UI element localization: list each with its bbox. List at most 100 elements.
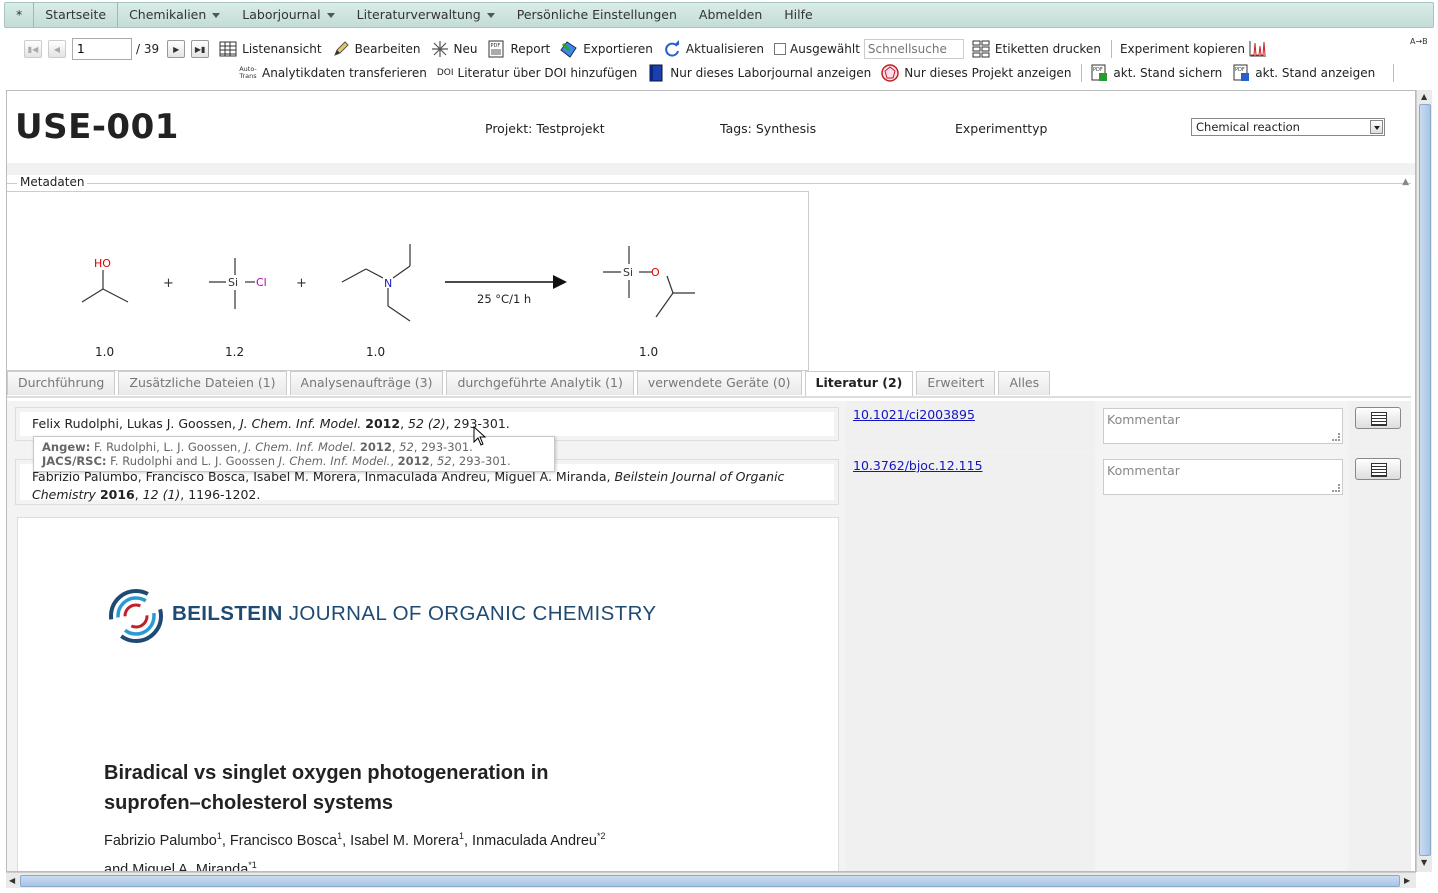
menu-chemikalien-label: Chemikalien xyxy=(129,7,207,22)
project-field: Projekt: Testprojekt xyxy=(485,121,605,136)
horizontal-scrollbar[interactable]: ◀ ▶ xyxy=(6,872,1416,888)
reaction-conditions: 25 °C/1 h xyxy=(477,292,531,306)
scrollbar-thumb[interactable] xyxy=(20,875,1400,887)
only-project-button[interactable]: Nur dieses Projekt anzeigen xyxy=(881,64,1071,82)
only-project-label: Nur dieses Projekt anzeigen xyxy=(904,66,1072,80)
tab-zusaetzliche-dateien[interactable]: Zusätzliche Dateien (1) xyxy=(118,371,287,395)
quick-search-input[interactable] xyxy=(863,39,964,59)
metadata-legend[interactable]: Metadaten xyxy=(17,175,88,189)
tab-verwendete-geraete[interactable]: verwendete Geräte (0) xyxy=(636,371,802,395)
author: Fabrizio Palumbo1 xyxy=(104,831,222,849)
vertical-scrollbar[interactable]: ▲ ▼ xyxy=(1416,90,1432,872)
menu-chemikalien[interactable]: Chemikalien xyxy=(118,2,231,28)
comment-input[interactable]: Kommentar xyxy=(1103,408,1343,444)
scroll-down-icon[interactable]: ▼ xyxy=(1421,858,1427,867)
tooltip-angew: Angew: F. Rudolphi, L. J. Goossen, J. Ch… xyxy=(42,440,473,454)
atom-si: Si xyxy=(228,276,238,289)
atom-n: N xyxy=(384,277,392,290)
citation-year: 2012 xyxy=(365,416,401,431)
doi-link[interactable]: 10.1021/ci2003895 xyxy=(853,407,975,422)
tooltip-jacs-journal: J. Chem. Inf. Model. xyxy=(278,454,391,468)
show-state-button[interactable]: PDF akt. Stand anzeigen xyxy=(1232,64,1375,82)
first-page-button[interactable]: ▮◀ xyxy=(24,40,42,58)
copy-experiment-label: Experiment kopieren xyxy=(1119,42,1245,56)
menu-home-star[interactable]: * xyxy=(5,2,35,28)
list-view-label: Listenansicht xyxy=(242,42,322,56)
author-separator: , xyxy=(342,832,351,849)
menu-abmelden[interactable]: Abmelden xyxy=(688,2,773,28)
list-view-button[interactable]: Listenansicht xyxy=(219,40,322,58)
tooltip-angew-volume: 52 xyxy=(399,440,414,454)
author-affiliation: *2 xyxy=(597,831,606,841)
tab-durchfuehrung[interactable]: Durchführung xyxy=(7,371,116,395)
tooltip-angew-pages: , 293-301. xyxy=(413,440,473,454)
menu-einstellungen[interactable]: Persönliche Einstellungen xyxy=(506,2,688,28)
beilstein-logo xyxy=(109,589,163,643)
transfer-analytics-button[interactable]: Analytikdaten transferieren xyxy=(262,66,427,80)
next-page-button[interactable]: ▶ xyxy=(167,40,186,58)
citation-authors: Felix Rudolphi, Lukas J. Goossen, xyxy=(32,416,240,431)
new-button[interactable]: Neu xyxy=(431,40,477,58)
scroll-up-icon[interactable]: ▲ xyxy=(1421,92,1427,101)
copy-experiment-button[interactable]: Experiment kopieren xyxy=(1120,42,1245,56)
scroll-right-icon[interactable]: ▶ xyxy=(1404,876,1410,885)
tab-durchgefuehrte-analytik[interactable]: durchgeführte Analytik (1) xyxy=(446,371,634,395)
scroll-left-icon[interactable]: ◀ xyxy=(9,876,15,885)
reference-details-button[interactable] xyxy=(1355,407,1401,429)
experiment-type-value: Chemical reaction xyxy=(1196,120,1300,134)
doi-link[interactable]: 10.3762/bjoc.12.115 xyxy=(853,458,983,473)
add-doi-button[interactable]: DOI Literatur über DOI hinzufügen xyxy=(437,66,637,80)
author-name: Francisco Bosca xyxy=(229,832,338,849)
tab-erweitert[interactable]: Erweitert xyxy=(916,371,996,395)
refresh-button[interactable]: Aktualisieren xyxy=(663,40,764,58)
equiv-triethylamine: 1.0 xyxy=(366,345,385,359)
comment-input[interactable]: Kommentar xyxy=(1103,459,1343,495)
tab-analysenauftraege[interactable]: Analysenaufträge (3) xyxy=(289,371,444,395)
menu-literaturverwaltung[interactable]: Literaturverwaltung xyxy=(346,2,506,28)
pdf-report-icon: PDF xyxy=(488,40,504,58)
experiment-code: USE-001 xyxy=(15,107,179,147)
experiment-type-select[interactable]: Chemical reaction xyxy=(1191,118,1385,136)
chevron-down-icon xyxy=(1370,120,1383,134)
tooltip-jacs: JACS/RSC: F. Rudolphi and L. J. Goossen … xyxy=(42,454,511,468)
toolbar-divider xyxy=(1110,40,1112,58)
page-number-input[interactable] xyxy=(72,38,132,60)
reaction-drawing: HO + Si Cl + N 25 °C/1 h Si O 1.0 1.2 1.… xyxy=(81,244,695,359)
tab-literatur[interactable]: Literatur (2) xyxy=(804,371,914,397)
save-state-button[interactable]: PDF akt. Stand sichern xyxy=(1090,64,1222,82)
save-state-label: akt. Stand sichern xyxy=(1113,66,1223,80)
autotrans-icon[interactable]: Auto-Trans xyxy=(238,66,258,80)
table-grid-icon xyxy=(219,41,237,57)
action-cell-1 xyxy=(1349,401,1411,451)
collapse-up-icon[interactable]: ▲ xyxy=(1402,177,1409,187)
atom-o: O xyxy=(651,266,660,279)
menu-laborjournal[interactable]: Laborjournal xyxy=(231,2,345,28)
checkbox-box[interactable] xyxy=(774,43,787,55)
menu-startseite[interactable]: Startseite xyxy=(34,2,119,28)
equiv-isopropanol: 1.0 xyxy=(95,345,114,359)
journal-name: BEILSTEIN JOURNAL OF ORGANIC CHEMISTRY xyxy=(172,602,656,626)
report-button[interactable]: PDF Report xyxy=(487,40,550,58)
menu-hilfe[interactable]: Hilfe xyxy=(773,2,823,28)
selected-checkbox[interactable]: Ausgewählt xyxy=(774,42,860,56)
only-journal-button[interactable]: Nur dieses Laborjournal anzeigen xyxy=(647,64,871,82)
prev-page-button[interactable]: ◀ xyxy=(48,40,66,58)
equiv-tmscl: 1.2 xyxy=(225,345,244,359)
experiment-panel: USE-001 Projekt: Testprojekt Tags: Synth… xyxy=(6,90,1416,872)
reference-details-button[interactable] xyxy=(1355,458,1401,480)
print-labels-button[interactable]: Etiketten drucken xyxy=(972,40,1101,58)
scrollbar-thumb[interactable] xyxy=(1419,104,1431,856)
tab-alles[interactable]: Alles xyxy=(998,371,1051,395)
export-button[interactable]: Exportieren xyxy=(560,40,653,58)
citation-year: 2016 xyxy=(99,487,135,502)
chevron-down-icon xyxy=(326,13,335,18)
edit-button[interactable]: Bearbeiten xyxy=(332,40,421,58)
print-labels-label: Etiketten drucken xyxy=(994,42,1101,56)
last-page-button[interactable]: ▶▮ xyxy=(191,40,210,58)
book-icon xyxy=(649,64,663,82)
spectrum-icon[interactable] xyxy=(1249,40,1267,58)
pdf-preview[interactable]: BEILSTEIN JOURNAL OF ORGANIC CHEMISTRY B… xyxy=(17,517,839,871)
chevron-down-icon xyxy=(486,13,495,18)
swap-corner-icon[interactable]: A→B xyxy=(1410,37,1428,46)
citation-journal: J. Chem. Inf. Model. xyxy=(239,416,362,431)
